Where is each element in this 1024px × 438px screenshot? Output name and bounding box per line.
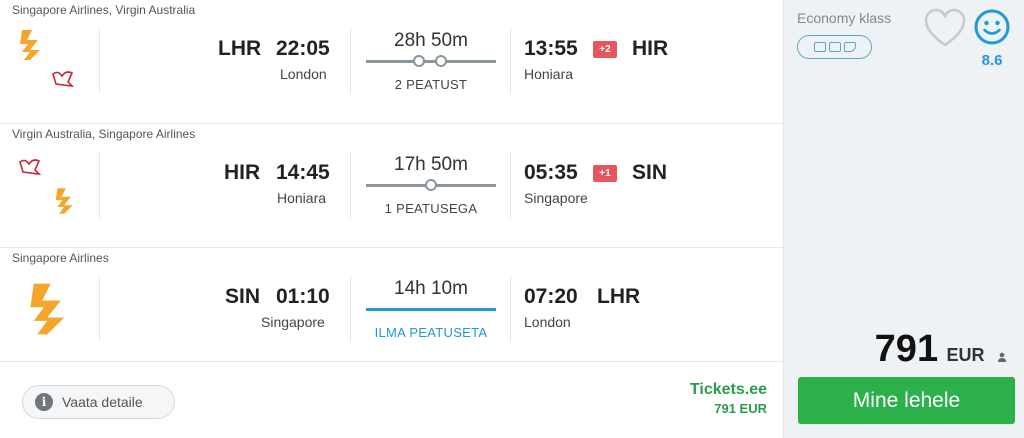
virgin-australia-logo [19,159,42,176]
arrival-time: 07:20 [524,285,578,308]
departure-airport: LHR [218,37,262,60]
carrier-names: Virgin Australia, Singapore Airlines [12,127,196,141]
arrival-airport: LHR [597,285,641,308]
arrival-city: Singapore [524,190,588,206]
arrival-airport: SIN [632,161,668,184]
price-sidebar: Economy klass 8.6 791 EUR Mine lehele [783,0,1024,438]
stop-dot [435,55,447,67]
singapore-airlines-logo [20,30,40,60]
virgin-australia-logo [52,71,75,88]
person-icon [998,352,1006,362]
departure-city: Singapore [261,314,325,330]
heart-icon[interactable] [923,8,967,48]
carrier-names: Singapore Airlines, Virgin Australia [12,3,196,17]
go-to-site-button[interactable]: Mine lehele [798,377,1015,424]
departure-city: London [280,66,327,82]
flight-duration: 17h 50m [394,154,468,175]
flight-segment: Virgin Australia, Singapore Airlines HIR… [0,124,783,248]
stops-label: 1 PEATUSEGA [384,201,478,216]
departure-city: Honiara [277,190,327,206]
carrier-names: Singapore Airlines [12,251,109,265]
airline-logos [0,22,100,102]
info-icon: i [35,393,53,411]
stops-line [366,308,496,311]
view-details-button[interactable]: i Vaata detaile [22,385,175,419]
airline-logos [0,146,100,226]
stops-label: ILMA PEATUSETA [374,325,488,340]
arrival-city: Honiara [524,66,574,82]
arrival-airport: HIR [632,37,669,60]
flight-segment: Singapore Airlines, Virgin Australia LHR… [0,0,783,124]
day-offset-badge: +2 [593,41,617,58]
stop-dot [425,179,437,191]
amenities-badge[interactable] [797,35,872,59]
price-amount: 791 [874,328,939,370]
booking-provider[interactable]: Tickets.ee 791 EUR [567,381,767,416]
cabin-class: Economy klass [797,10,892,26]
departure-airport: SIN [225,285,261,308]
smiley-rating-icon [974,9,1010,45]
flight-duration: 28h 50m [394,30,468,51]
stops-line [366,55,496,67]
departure-airport: HIR [224,161,261,184]
singapore-airlines-logo [30,283,65,335]
arrival-time: 13:55 [524,37,578,60]
departure-time: 22:05 [276,37,330,60]
flight-duration: 14h 10m [394,278,468,299]
legroom-icon [843,42,856,52]
flight-segment: Singapore Airlines SIN 01:10 Singapore 1… [0,248,783,362]
seat-icon [813,42,826,52]
rating-score: 8.6 [981,52,1003,69]
stops-label: 2 PEATUST [394,77,468,92]
provider-name: Tickets.ee [689,381,767,398]
stops-line [366,179,496,191]
stop-dot [413,55,425,67]
departure-time: 01:10 [276,285,330,308]
arrival-time: 05:35 [524,161,578,184]
price-currency: EUR [946,345,985,365]
view-details-label: Vaata detaile [62,394,143,410]
provider-price: 791 EUR [714,401,767,416]
airline-logos [0,270,100,350]
day-offset-badge: +1 [593,165,617,182]
price: 791 EUR [784,328,1024,371]
departure-time: 14:45 [276,161,330,184]
arrival-city: London [524,314,571,330]
itinerary-panel[interactable]: Singapore Airlines, Virgin Australia LHR… [0,0,783,438]
singapore-airlines-logo [55,188,73,214]
baggage-icon [828,42,841,52]
